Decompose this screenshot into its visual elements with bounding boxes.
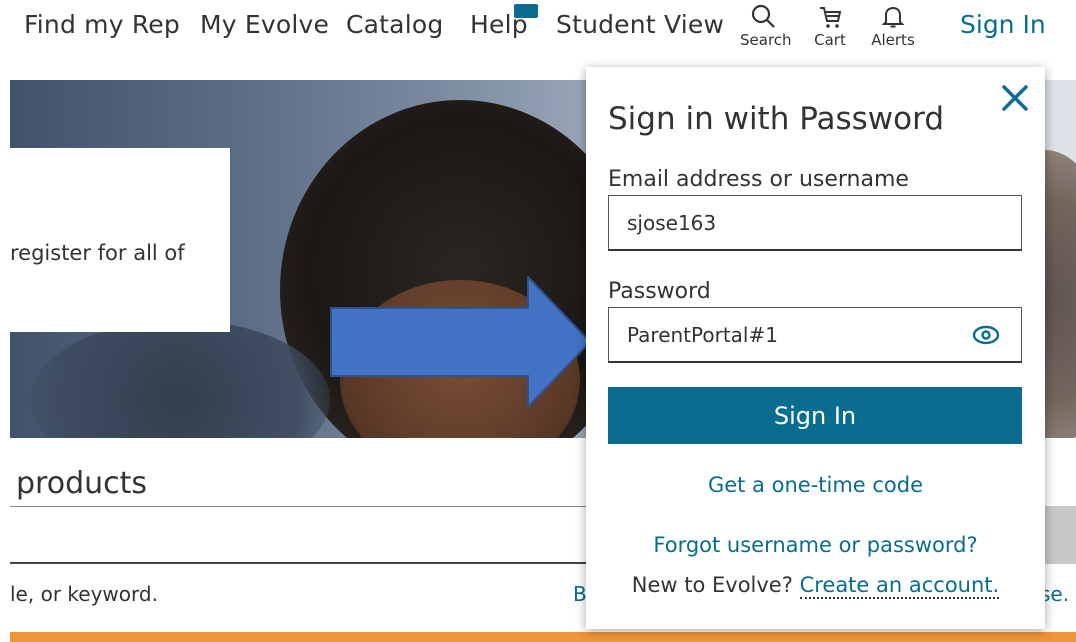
hero-card bbox=[10, 148, 230, 332]
nav-student-view[interactable]: Student View bbox=[556, 10, 724, 39]
password-label: Password bbox=[608, 279, 711, 304]
search-icon bbox=[751, 4, 775, 28]
search-input-underline[interactable] bbox=[10, 562, 590, 564]
help-badge bbox=[514, 4, 538, 18]
password-field[interactable] bbox=[608, 307, 1022, 363]
nav-alerts[interactable]: Alerts bbox=[870, 4, 916, 58]
top-navigation: Find my Rep My Evolve Catalog Help Stude… bbox=[0, 0, 1076, 62]
orange-banner bbox=[10, 632, 1076, 642]
cart-icon bbox=[820, 7, 842, 28]
sign-in-panel: Sign in with Password Email address or u… bbox=[586, 67, 1045, 629]
one-time-code-link[interactable]: Get a one-time code bbox=[586, 473, 1045, 497]
email-label: Email address or username bbox=[608, 167, 909, 192]
search-submit-button[interactable] bbox=[1045, 506, 1076, 564]
search-hint-text: le, or keyword. bbox=[10, 582, 158, 606]
close-icon[interactable] bbox=[998, 81, 1032, 115]
nav-sign-in-link[interactable]: Sign In bbox=[960, 10, 1046, 39]
sign-in-button[interactable]: Sign In bbox=[608, 387, 1022, 444]
forgot-credentials-link[interactable]: Forgot username or password? bbox=[586, 533, 1045, 557]
create-account-link[interactable]: Create an account. bbox=[799, 573, 1000, 599]
new-to-evolve-text: New to Evolve? bbox=[631, 573, 793, 597]
panel-title: Sign in with Password bbox=[608, 101, 945, 137]
nav-search[interactable]: Search bbox=[740, 4, 792, 58]
bell-icon bbox=[881, 6, 905, 28]
alerts-label: Alerts bbox=[871, 31, 915, 49]
email-field[interactable] bbox=[608, 195, 1022, 251]
nav-cart[interactable]: Cart bbox=[807, 4, 853, 58]
nav-find-my-rep[interactable]: Find my Rep bbox=[24, 10, 180, 39]
browse-link-fragment[interactable]: B bbox=[573, 582, 587, 606]
new-account-row: New to Evolve? Create an account. bbox=[586, 573, 1045, 599]
hero-card-text: register for all of bbox=[10, 241, 185, 265]
products-heading: products bbox=[16, 466, 148, 501]
nav-catalog[interactable]: Catalog bbox=[346, 10, 443, 39]
show-password-eye-icon[interactable] bbox=[970, 321, 1002, 349]
search-label: Search bbox=[740, 31, 792, 49]
nav-my-evolve[interactable]: My Evolve bbox=[200, 10, 329, 39]
annotation-arrow-icon bbox=[330, 276, 592, 408]
divider bbox=[10, 506, 590, 507]
cart-label: Cart bbox=[814, 31, 846, 49]
